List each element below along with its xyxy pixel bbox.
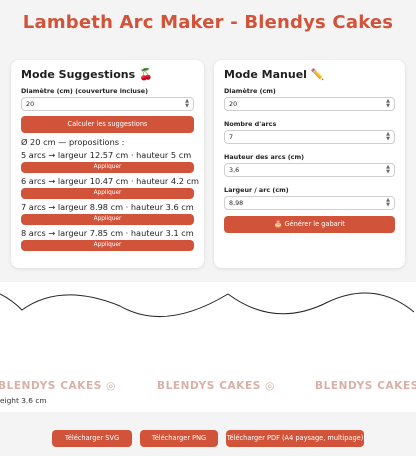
watermark-left: BLENDYS CAKES ◎ (0, 380, 116, 392)
arc-height-label: Hauteur des arcs (cm) (224, 153, 305, 161)
manual-diameter-label: Diamètre (cm) (224, 87, 276, 95)
suggestions-diameter-label: Diamètre (cm) (couverture incluse) (21, 87, 149, 95)
arcs-count-input[interactable]: 7 ▲ ▼ (224, 130, 395, 144)
stepper-icon[interactable]: ▲ ▼ (386, 198, 390, 208)
suggestions-card: Mode Suggestions 🍒 Diamètre (cm) (couver… (11, 60, 204, 268)
template-preview (0, 282, 416, 412)
suggestions-diameter-input[interactable]: 20 ▲ ▼ (21, 97, 194, 111)
apply-suggestion-button[interactable]: Appliquer (21, 214, 194, 225)
suggestion-text: 8 arcs → largeur 7.85 cm · hauteur 3.1 c… (21, 228, 194, 238)
arc-width-value: 8,98 (229, 199, 244, 207)
generate-template-button[interactable]: 🎂 Générer le gabarit (224, 216, 395, 233)
height-note: eight 3.6 cm (0, 396, 47, 405)
arc-width-label: Largeur / arc (cm) (224, 186, 289, 194)
arc-template-curve (0, 292, 415, 317)
apply-suggestion-button[interactable]: Appliquer (21, 240, 194, 251)
suggestion-text: 7 arcs → largeur 8.98 cm · hauteur 3.6 c… (21, 202, 194, 212)
manual-title-text: Mode Manuel (224, 68, 307, 81)
calculate-suggestions-button[interactable]: Calculer les suggestions (21, 116, 194, 133)
suggestions-summary: Ø 20 cm — propositions : (21, 137, 125, 147)
arc-width-input[interactable]: 8,98 ▲ ▼ (224, 196, 395, 210)
download-png-button[interactable]: Télécharger PNG (140, 430, 218, 447)
suggestions-title: Mode Suggestions 🍒 (21, 68, 194, 82)
download-pdf-button[interactable]: Télécharger PDF (A4 paysage, multipage) (226, 430, 364, 447)
manual-diameter-input[interactable]: 20 ▲ ▼ (224, 97, 395, 111)
stepper-icon[interactable]: ▲ ▼ (386, 132, 390, 142)
suggestions-title-text: Mode Suggestions (21, 68, 136, 81)
manual-card: Mode Manuel ✏️ Diamètre (cm) 20 ▲ ▼ Nombr… (214, 60, 405, 268)
arc-height-input[interactable]: 3,6 ▲ ▼ (224, 163, 395, 177)
pencil-icon: ✏️ (310, 68, 325, 81)
manual-title: Mode Manuel ✏️ (224, 68, 395, 82)
cherry-icon: 🍒 (139, 68, 153, 81)
stepper-icon[interactable]: ▲ ▼ (386, 99, 390, 109)
watermark-right: BLENDYS CAKES ◎ (315, 380, 416, 392)
apply-suggestion-button[interactable]: Appliquer (21, 188, 194, 199)
suggestion-text: 6 arcs → largeur 10.47 cm · hauteur 4.2 … (21, 176, 199, 186)
suggestion-text: 5 arcs → largeur 12.57 cm · hauteur 5 cm (21, 150, 192, 160)
arcs-count-label: Nombre d'arcs (224, 120, 277, 128)
page-title: Lambeth Arc Maker - Blendys Cakes (22, 12, 394, 33)
arcs-count-value: 7 (229, 133, 234, 141)
watermark-center: BLENDYS CAKES ◎ (157, 380, 275, 392)
stepper-icon[interactable]: ▲ ▼ (185, 99, 189, 109)
suggestions-diameter-value: 20 (26, 100, 35, 108)
apply-suggestion-button[interactable]: Appliquer (21, 162, 194, 173)
download-svg-button[interactable]: Télécharger SVG (52, 430, 132, 447)
download-bar: Télécharger SVG Télécharger PNG Téléchar… (0, 424, 416, 456)
stepper-icon[interactable]: ▲ ▼ (386, 165, 390, 175)
arc-height-value: 3,6 (229, 166, 240, 174)
manual-diameter-value: 20 (229, 100, 238, 108)
